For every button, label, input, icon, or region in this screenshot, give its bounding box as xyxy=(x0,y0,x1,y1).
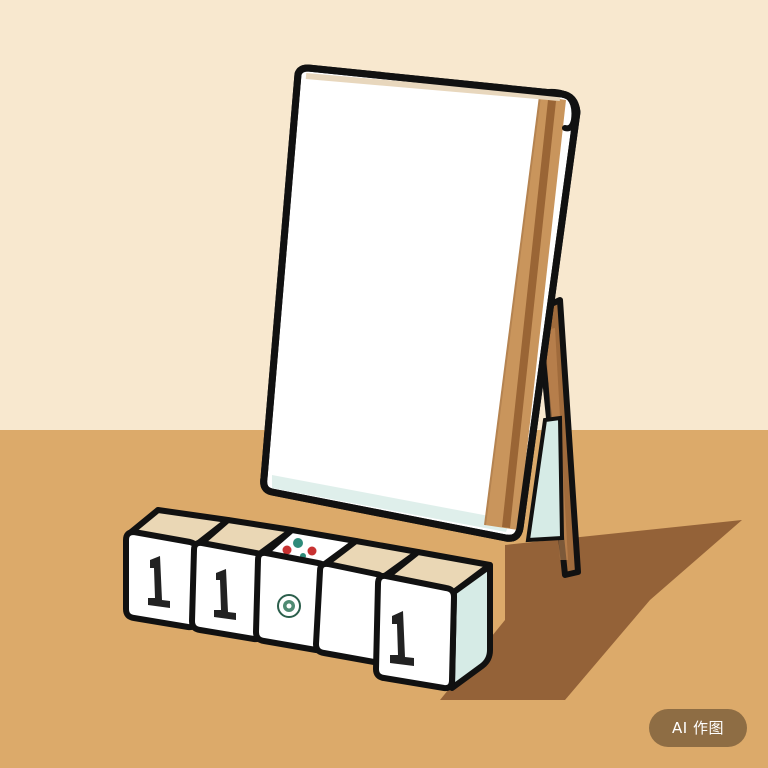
mahjong-tile-5 xyxy=(373,549,493,692)
illustration-scene: AI 作图 xyxy=(0,0,768,768)
ai-watermark-badge: AI 作图 xyxy=(649,709,747,747)
scene-artwork xyxy=(0,0,768,768)
